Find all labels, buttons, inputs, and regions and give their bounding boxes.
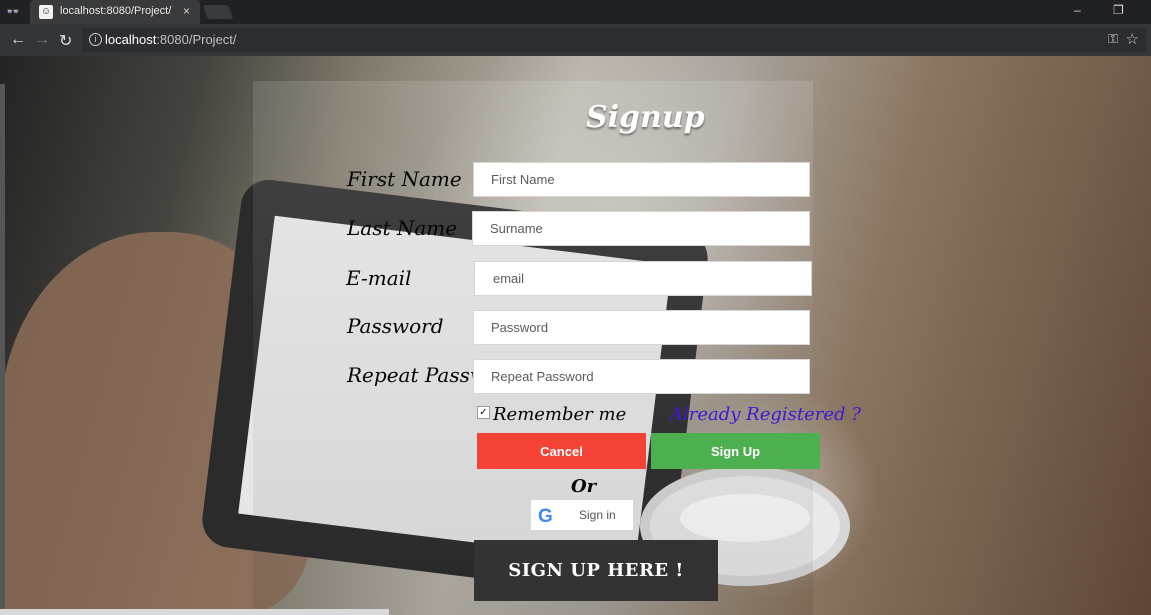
signup-page: Signup First Name Last Name E-mail Passw… <box>0 56 1151 615</box>
incognito-icon: 👓 <box>6 6 20 18</box>
browser-tab[interactable]: ☺ localhost:8080/Project/ × <box>30 0 200 24</box>
google-sign-in-label: Sign in <box>579 508 616 522</box>
email-label: E-mail <box>346 266 412 290</box>
reload-icon[interactable]: ↻ <box>59 31 72 51</box>
email-input[interactable] <box>474 261 812 296</box>
tab-favicon-icon: ☺ <box>39 5 53 19</box>
back-icon[interactable]: ← <box>10 31 26 49</box>
repeat-password-input[interactable] <box>473 359 810 394</box>
cancel-button[interactable]: Cancel <box>477 433 646 469</box>
page-title: Signup <box>586 100 705 136</box>
last-name-input[interactable] <box>472 211 810 246</box>
remember-me-label: Remember me <box>493 404 627 425</box>
key-icon[interactable]: ⚿ <box>1108 31 1118 47</box>
first-name-input[interactable] <box>473 162 810 197</box>
browser-toolbar: ← → ↻ i localhost:8080/Project/ ⚿ ☆ <box>0 24 1151 56</box>
address-host: localhost <box>105 32 157 47</box>
password-label: Password <box>347 314 444 338</box>
horizontal-scrollbar[interactable] <box>0 609 389 615</box>
google-sign-in-button[interactable]: G Sign in <box>530 499 634 531</box>
browser-titlebar: 👓 ☺ localhost:8080/Project/ × – ❐ <box>0 0 1151 24</box>
sign-up-button[interactable]: Sign Up <box>651 433 820 469</box>
remember-checkbox[interactable]: ✓ <box>477 406 490 419</box>
password-input[interactable] <box>473 310 810 345</box>
star-icon[interactable]: ☆ <box>1126 30 1139 48</box>
sign-up-here-button[interactable]: SIGN UP HERE ! <box>474 540 718 601</box>
minimize-icon[interactable]: – <box>1074 3 1081 17</box>
last-name-label: Last Name <box>347 216 458 240</box>
forward-icon[interactable]: → <box>34 31 50 49</box>
already-registered-link[interactable]: Already Registered ? <box>670 404 861 425</box>
address-path: :8080/Project/ <box>156 32 237 47</box>
close-icon[interactable]: × <box>183 4 190 18</box>
address-bar[interactable]: i localhost:8080/Project/ ⚿ ☆ <box>82 28 1146 52</box>
info-icon[interactable]: i <box>89 33 102 46</box>
first-name-label: First Name <box>347 167 462 191</box>
google-icon: G <box>538 506 553 527</box>
new-tab-button[interactable] <box>202 5 234 19</box>
or-separator: Or <box>571 476 597 497</box>
left-edge <box>0 84 5 615</box>
tab-title: localhost:8080/Project/ <box>60 5 172 17</box>
address-url[interactable]: localhost:8080/Project/ <box>105 32 237 47</box>
restore-window-icon[interactable]: ❐ <box>1113 3 1124 17</box>
